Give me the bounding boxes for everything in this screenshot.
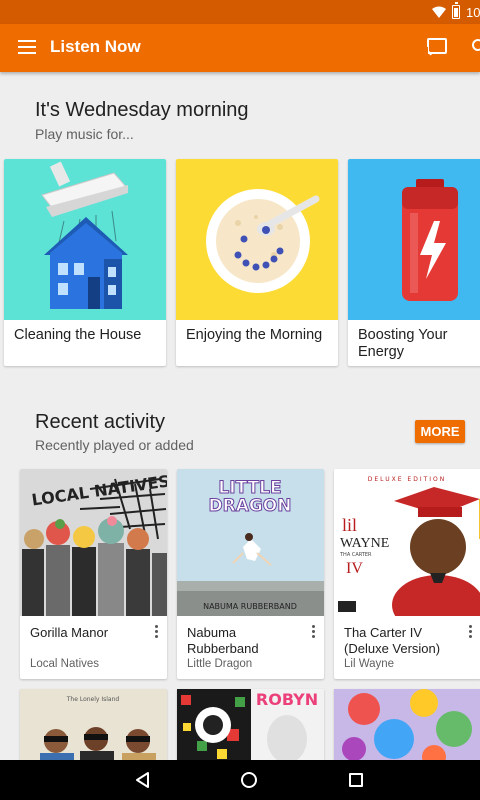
album-art-text: WAYNE	[340, 536, 389, 551]
album-art-text: DELUXE EDITION	[368, 476, 446, 483]
album-card-partial[interactable]: The Lonely Island	[20, 689, 167, 764]
album-art: DELUXE EDITION lil WAYNE THA CARTER IV	[334, 469, 480, 616]
more-button[interactable]: MORE	[415, 420, 465, 443]
wifi-icon	[432, 6, 446, 18]
clock: 10:	[466, 4, 480, 20]
album-artist: Local Natives	[30, 658, 100, 670]
playlist-card-cleaning[interactable]: Cleaning the House	[4, 159, 166, 366]
boosting-energy-art	[348, 159, 480, 320]
album-card-gorilla-manor[interactable]: LOCAL NATIVES Gorilla Manor Local Native…	[20, 469, 167, 679]
recent-activity-subheading: Recently played or added	[35, 437, 194, 453]
album-title: Tha Carter IV (Deluxe Version)	[344, 625, 441, 656]
cleaning-house-art	[4, 159, 166, 320]
album-artist: Lil Wayne	[344, 658, 395, 670]
hamburger-menu-icon[interactable]	[18, 40, 36, 54]
album-card-nabuma-rubberband[interactable]: LITTLE DRAGON NABUMA RUBBERBAND Nabuma R…	[177, 469, 324, 679]
album-art-text: LITTLE	[218, 478, 281, 498]
album-card-partial[interactable]: ROBYN	[177, 689, 324, 764]
album-card-partial[interactable]	[334, 689, 480, 764]
playlist-card-label: Boosting Your Energy	[358, 327, 448, 360]
status-bar: 10:	[0, 0, 480, 24]
playlist-card-morning[interactable]: Enjoying the Morning	[176, 159, 338, 366]
album-card-tha-carter-iv[interactable]: DELUXE EDITION lil WAYNE THA CARTER IV T…	[334, 469, 480, 679]
album-title: Gorilla Manor	[30, 625, 109, 640]
playlist-card-energy[interactable]: Boosting Your Energy	[348, 159, 480, 366]
album-art-text: THA CARTER	[339, 552, 372, 558]
home-icon[interactable]	[241, 772, 257, 788]
status-icons: 10:	[432, 0, 480, 24]
system-nav-bar	[0, 760, 480, 800]
overflow-menu-icon[interactable]	[469, 625, 473, 639]
album-artist: Little Dragon	[187, 658, 253, 670]
album-art: The Lonely Island	[20, 689, 167, 764]
cast-icon[interactable]	[425, 38, 447, 56]
album-art-text: lil	[342, 515, 357, 535]
play-for-subheading: Play music for...	[35, 126, 134, 142]
playlist-card-label: Cleaning the House	[14, 327, 142, 343]
enjoying-morning-art	[176, 159, 338, 320]
playlist-card-label: Enjoying the Morning	[186, 327, 323, 343]
album-art-text: The Lonely Island	[66, 696, 120, 703]
album-art: LOCAL NATIVES	[20, 469, 167, 616]
page-title: Listen Now	[50, 37, 141, 56]
album-art-text: ROBYN	[256, 690, 318, 709]
app-toolbar: Listen Now	[0, 24, 480, 72]
search-icon[interactable]	[468, 37, 480, 57]
album-title: Nabuma Rubberband	[187, 625, 259, 656]
album-art: LITTLE DRAGON NABUMA RUBBERBAND	[177, 469, 324, 616]
album-art-text: IV	[346, 560, 363, 577]
overflow-menu-icon[interactable]	[312, 625, 316, 639]
back-icon[interactable]	[133, 770, 153, 790]
album-art-text: NABUMA RUBBERBAND	[203, 602, 297, 611]
play-for-heading: It's Wednesday morning	[35, 99, 249, 121]
recent-apps-icon[interactable]	[349, 773, 363, 787]
battery-icon	[452, 2, 460, 19]
album-art	[334, 689, 480, 764]
overflow-menu-icon[interactable]	[155, 625, 159, 639]
album-art: ROBYN	[177, 689, 324, 764]
album-art-text: DRAGON	[209, 496, 292, 516]
recent-activity-heading: Recent activity	[35, 411, 166, 433]
